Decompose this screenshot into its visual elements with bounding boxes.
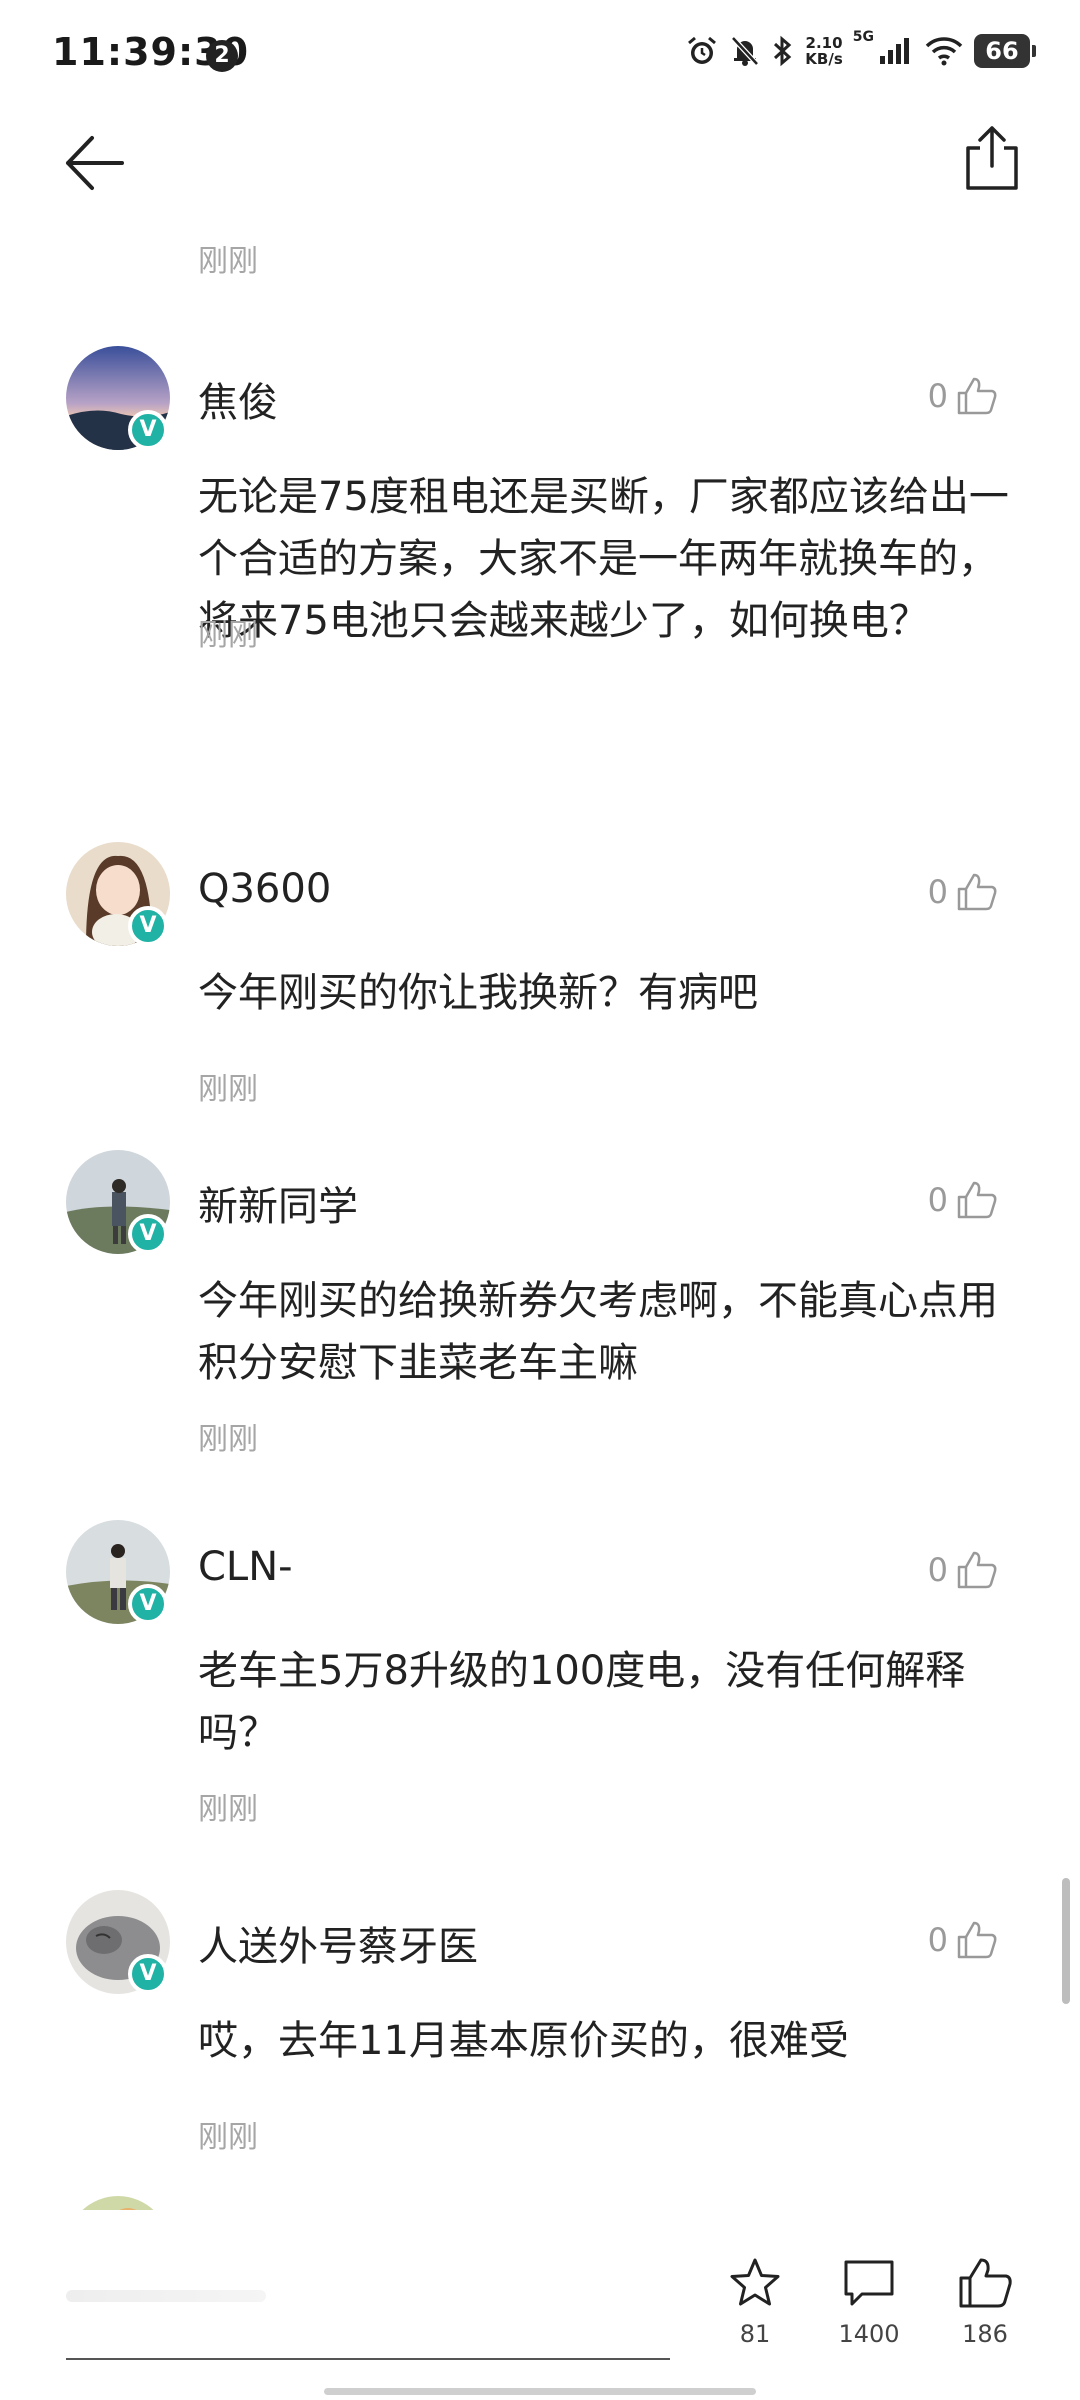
thumbs-up-icon (957, 873, 997, 911)
comment-list: 刚刚 V 焦俊 0 无论是75度租电还是买断，厂家都应该给出一个合适的方案，大家… (0, 220, 1080, 2210)
comment-username[interactable]: 新新同学 (198, 1174, 358, 1232)
comment-time: 刚刚 (198, 1422, 258, 1457)
net-speed: 2.10 KB/s (805, 35, 842, 67)
comment-username[interactable]: 焦俊 (198, 370, 278, 428)
battery-indicator: 66 (974, 34, 1036, 68)
top-nav (0, 110, 1080, 220)
comment-text: 哎，去年11月基本原价买的，很难受 (198, 2018, 849, 2064)
thumbs-up-icon (957, 1181, 997, 1219)
like-button[interactable]: 186 (930, 2256, 1040, 2348)
comment-like-count: 0 (927, 377, 948, 415)
verified-badge-icon: V (128, 1214, 168, 1254)
thumbs-up-icon (957, 1551, 997, 1589)
wifi-icon (925, 37, 963, 66)
comment-username[interactable]: CLN- (198, 1544, 293, 1590)
signal-icon (880, 38, 909, 64)
comment-like-count: 0 (927, 1921, 948, 1959)
avatar[interactable] (66, 2196, 170, 2210)
comment-input[interactable] (66, 2250, 670, 2360)
likes-count: 186 (962, 2320, 1008, 2348)
comment-text: 老车主5万8升级的100度电，没有任何解释吗？ (198, 1648, 966, 1756)
star-icon (730, 2258, 780, 2306)
favorite-button[interactable]: 81 (700, 2256, 810, 2348)
status-icons: 2.10 KB/s 5G 66 (685, 29, 1036, 68)
comment-like-button[interactable]: 0 (928, 1180, 998, 1220)
scrollbar[interactable] (1062, 1878, 1070, 2004)
thumbs-up-icon (959, 2258, 1012, 2308)
comment-username[interactable]: 人送外号蔡牙医 (198, 1914, 478, 1972)
comment-time: 刚刚 (198, 2120, 258, 2155)
share-icon[interactable] (960, 122, 1024, 194)
comments-count: 1400 (838, 2320, 900, 2348)
page: 11:39:30 2 2.10 KB/s 5G 66 刚刚 V 焦俊 0 无论是… (0, 0, 1080, 2400)
home-indicator[interactable] (324, 2388, 756, 2395)
comment-bubble-icon (844, 2260, 894, 2306)
comments-button[interactable]: 1400 (814, 2256, 924, 2348)
comment-like-button[interactable]: 0 (928, 1550, 998, 1590)
back-arrow-icon[interactable] (60, 128, 130, 198)
comment-like-button[interactable]: 0 (928, 872, 998, 912)
favorite-count: 81 (739, 2320, 771, 2348)
comment-like-count: 0 (927, 1551, 948, 1589)
net-speed-unit: KB/s (805, 50, 843, 68)
verified-badge-icon: V (128, 1954, 168, 1994)
thumbs-up-icon (957, 377, 997, 415)
comment-like-count: 0 (927, 1181, 948, 1219)
comment-text: 无论是75度租电还是买断，厂家都应该给出一个合适的方案，大家不是一年两年就换车的… (198, 474, 1009, 644)
comment-username[interactable]: Q3600 (198, 866, 331, 912)
thumbs-up-icon (957, 1921, 997, 1959)
comment-text: 今年刚买的给换新券欠考虑啊，不能真心点用积分安慰下韭菜老车主嘛 (198, 1278, 998, 1386)
comment-time: 刚刚 (198, 244, 258, 279)
net-speed-value: 2.10 (805, 34, 843, 52)
verified-badge-icon: V (128, 906, 168, 946)
comment-like-count: 0 (927, 873, 948, 911)
comment-time: 刚刚 (198, 1072, 258, 1107)
alarm-icon (688, 36, 717, 64)
bottom-bar: 81 1400 186 (0, 2210, 1080, 2400)
comment-input-placeholder (66, 2290, 266, 2302)
bluetooth-icon (774, 35, 792, 67)
verified-badge-icon: V (128, 410, 168, 450)
verified-badge-icon: V (128, 1584, 168, 1624)
network-type-label: 5G (852, 29, 874, 45)
comment-like-button[interactable]: 0 (928, 376, 998, 416)
status-bar: 11:39:30 2 2.10 KB/s 5G 66 (0, 0, 1080, 110)
comment-text: 今年刚买的你让我换新？有病吧 (198, 970, 758, 1016)
comment-time: 刚刚 (198, 618, 258, 653)
comment-like-button[interactable]: 0 (928, 1920, 998, 1960)
notification-badge: 2 (206, 40, 238, 72)
comment-time: 刚刚 (198, 1792, 258, 1827)
input-underline (66, 2358, 670, 2360)
mute-bell-icon (731, 36, 760, 66)
